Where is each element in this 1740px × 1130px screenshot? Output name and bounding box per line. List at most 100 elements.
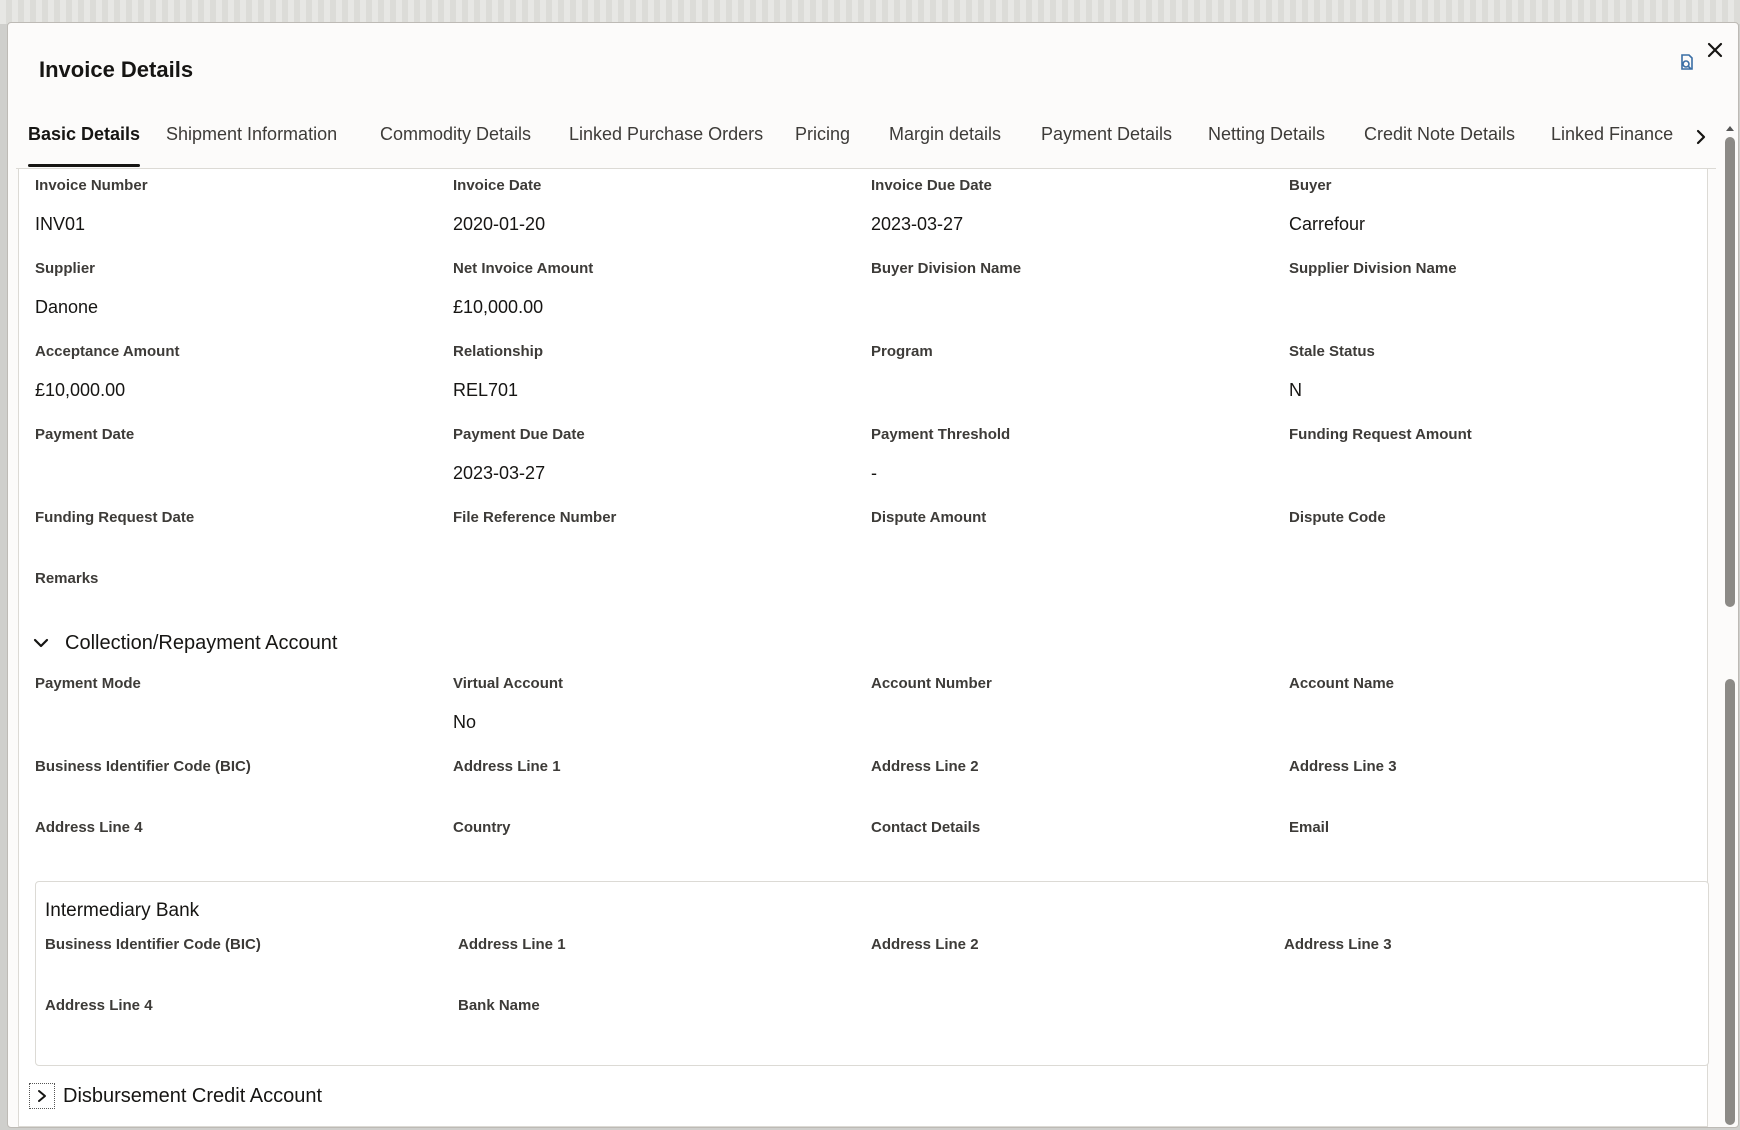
field-value <box>871 712 1271 734</box>
field-label: Program <box>871 343 933 360</box>
field-label: Address Line 4 <box>45 997 153 1014</box>
tab-scroll-right-button[interactable] <box>1686 117 1716 157</box>
field-supplier: Supplier Danone <box>35 260 435 319</box>
field-value: Carrefour <box>1289 214 1366 234</box>
field-funding-request-amount: Funding Request Amount <box>1289 426 1689 485</box>
field-label: Payment Threshold <box>871 426 1011 443</box>
field-value: £10,000.00 <box>453 297 544 317</box>
basic-details-panel: Invoice Number INV01 Invoice Date 2020-0… <box>18 169 1709 1127</box>
field-label: Buyer <box>1289 177 1332 194</box>
invoice-details-dialog: Invoice Details Basic Details Shipment I… <box>7 22 1739 1128</box>
field-label: Dispute Amount <box>871 509 987 526</box>
field-label: Payment Date <box>35 426 135 443</box>
field-label: Supplier <box>35 260 96 277</box>
field-label: Acceptance Amount <box>35 343 180 360</box>
chevron-right-icon <box>29 1083 55 1109</box>
field-invoice-date: Invoice Date 2020-01-20 <box>453 177 853 236</box>
tab-netting-details[interactable]: Netting Details <box>1208 109 1325 167</box>
field-label: Bank Name <box>458 997 540 1014</box>
dialog-title: Invoice Details <box>39 57 194 82</box>
field-label: Funding Request Date <box>35 509 195 526</box>
field-invoice-due-date: Invoice Due Date 2023-03-27 <box>871 177 1271 236</box>
field-value <box>1289 712 1689 734</box>
field-label: Relationship <box>453 343 544 360</box>
field-label: Address Line 2 <box>871 936 979 953</box>
field-intermediary-address-line-2: Address Line 2 <box>871 936 1271 953</box>
vertical-scrollbar[interactable] <box>1721 121 1738 1127</box>
field-payment-date: Payment Date <box>35 426 435 485</box>
field-value <box>871 380 1271 402</box>
field-value <box>35 712 435 734</box>
field-label: File Reference Number <box>453 509 617 526</box>
field-intermediary-address-line-4: Address Line 4 <box>45 997 445 1014</box>
field-address-line-3: Address Line 3 <box>1289 758 1689 775</box>
field-intermediary-bic: Business Identifier Code (BIC) <box>45 936 445 953</box>
field-stale-status: Stale Status N <box>1289 343 1689 402</box>
field-value: 2023-03-27 <box>871 214 964 234</box>
tab-credit-note-details[interactable]: Credit Note Details <box>1364 109 1515 167</box>
field-intermediary-address-line-3: Address Line 3 <box>1284 936 1684 953</box>
chevron-down-icon <box>29 631 53 655</box>
field-label: Address Line 1 <box>453 758 561 775</box>
field-buyer-division-name: Buyer Division Name <box>871 260 1271 319</box>
tab-shipment-information[interactable]: Shipment Information <box>166 109 337 167</box>
scrollbar-thumb-secondary[interactable] <box>1725 679 1735 1125</box>
field-funding-request-date: Funding Request Date <box>35 509 435 526</box>
scroll-up-arrow-icon[interactable] <box>1723 121 1737 135</box>
intermediary-bank-panel: Intermediary Bank Business Identifier Co… <box>35 881 1709 1066</box>
field-value: No <box>453 712 477 732</box>
field-label: Email <box>1289 819 1330 836</box>
field-supplier-division-name: Supplier Division Name <box>1289 260 1689 319</box>
field-country: Country <box>453 819 853 836</box>
field-remarks: Remarks <box>35 570 435 587</box>
field-account-number: Account Number <box>871 675 1271 734</box>
tab-basic-details[interactable]: Basic Details <box>28 109 141 167</box>
field-value <box>871 297 1271 319</box>
intermediary-bank-title: Intermediary Bank <box>45 900 200 921</box>
field-label: Account Name <box>1289 675 1395 692</box>
field-label: Address Line 2 <box>871 758 979 775</box>
tab-pricing[interactable]: Pricing <box>795 109 850 167</box>
field-label: Remarks <box>35 570 99 587</box>
disbursement-section-toggle[interactable]: Disbursement Credit Account <box>29 1083 322 1109</box>
field-dispute-code: Dispute Code <box>1289 509 1689 526</box>
field-address-line-1: Address Line 1 <box>453 758 853 775</box>
tab-payment-details[interactable]: Payment Details <box>1041 109 1172 167</box>
field-dispute-amount: Dispute Amount <box>871 509 1271 526</box>
tab-linked-finance[interactable]: Linked Finance <box>1551 109 1673 167</box>
field-bic: Business Identifier Code (BIC) <box>35 758 435 775</box>
field-label: Address Line 1 <box>458 936 566 953</box>
field-net-invoice-amount: Net Invoice Amount £10,000.00 <box>453 260 853 319</box>
background-page-strip <box>0 0 1740 24</box>
field-address-line-2: Address Line 2 <box>871 758 1271 775</box>
field-label: Business Identifier Code (BIC) <box>35 758 251 775</box>
field-label: Payment Due Date <box>453 426 585 443</box>
refresh-icon <box>1681 54 1693 70</box>
scrollbar-thumb[interactable] <box>1725 137 1735 607</box>
tab-margin-details[interactable]: Margin details <box>889 109 1001 167</box>
field-value: - <box>871 463 877 483</box>
field-email: Email <box>1289 819 1689 836</box>
field-buyer: Buyer Carrefour <box>1289 177 1689 236</box>
field-intermediary-bank-name: Bank Name <box>458 997 858 1014</box>
field-label: Payment Mode <box>35 675 141 692</box>
field-label: Invoice Date <box>453 177 542 194</box>
collection-section-toggle[interactable]: Collection/Repayment Account <box>29 631 337 655</box>
field-value: 2023-03-27 <box>453 463 546 483</box>
field-label: Contact Details <box>871 819 981 836</box>
field-intermediary-address-line-1: Address Line 1 <box>458 936 858 953</box>
field-label: Address Line 4 <box>35 819 143 836</box>
close-button[interactable] <box>1698 33 1732 67</box>
field-program: Program <box>871 343 1271 402</box>
field-label: Business Identifier Code (BIC) <box>45 936 261 953</box>
tab-linked-purchase-orders[interactable]: Linked Purchase Orders <box>569 109 763 167</box>
field-value <box>35 463 435 485</box>
field-value: 2020-01-20 <box>453 214 546 234</box>
field-label: Buyer Division Name <box>871 260 1022 277</box>
field-value: N <box>1289 380 1302 400</box>
field-relationship: Relationship REL701 <box>453 343 853 402</box>
field-label: Account Number <box>871 675 992 692</box>
tab-commodity-details[interactable]: Commodity Details <box>380 109 531 167</box>
field-label: Virtual Account <box>453 675 564 692</box>
field-value <box>1289 297 1689 319</box>
